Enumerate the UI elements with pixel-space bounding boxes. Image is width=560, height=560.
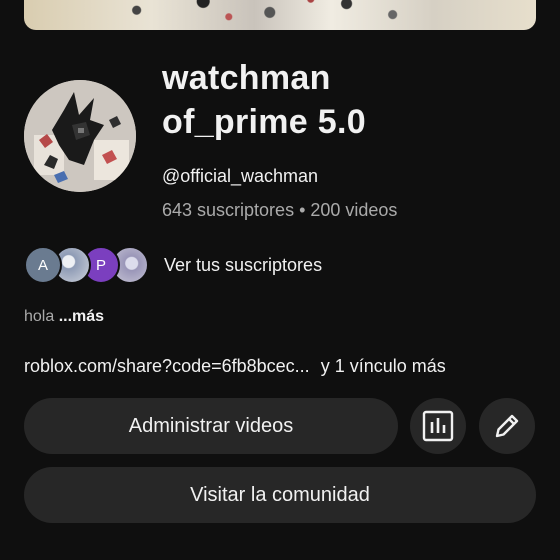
manage-videos-button[interactable]: Administrar videos [24,398,398,454]
banner-image [24,0,536,30]
channel-avatar[interactable] [24,80,136,192]
channel-links[interactable]: roblox.com/share?code=6fb8bcec... y 1 ví… [24,356,446,377]
subscriber-avatar: A [24,246,62,284]
first-link[interactable]: roblox.com/share?code=6fb8bcec... [24,356,310,376]
channel-handle: @official_wachman [162,166,319,186]
avatar-image [24,80,136,192]
channel-stats: 643 suscriptores • 200 videos [162,200,398,220]
edit-channel-button[interactable] [479,398,535,454]
description-text: hola [24,308,55,325]
analytics-button[interactable] [410,398,466,454]
visit-community-button[interactable]: Visitar la comunidad [24,467,536,523]
channel-name: watchman of_prime 5.0 [162,59,366,141]
pencil-icon [495,414,519,438]
bar-chart-icon [422,410,454,442]
more-links-label[interactable]: y 1 vínculo más [321,356,446,376]
view-subscribers-link[interactable]: Ver tus suscriptores [164,255,322,276]
description-more-link[interactable]: ...más [59,308,104,325]
subscribers-row[interactable]: A P Ver tus suscriptores [24,246,322,284]
channel-description[interactable]: hola ...más [24,308,104,326]
channel-banner[interactable] [24,0,536,30]
